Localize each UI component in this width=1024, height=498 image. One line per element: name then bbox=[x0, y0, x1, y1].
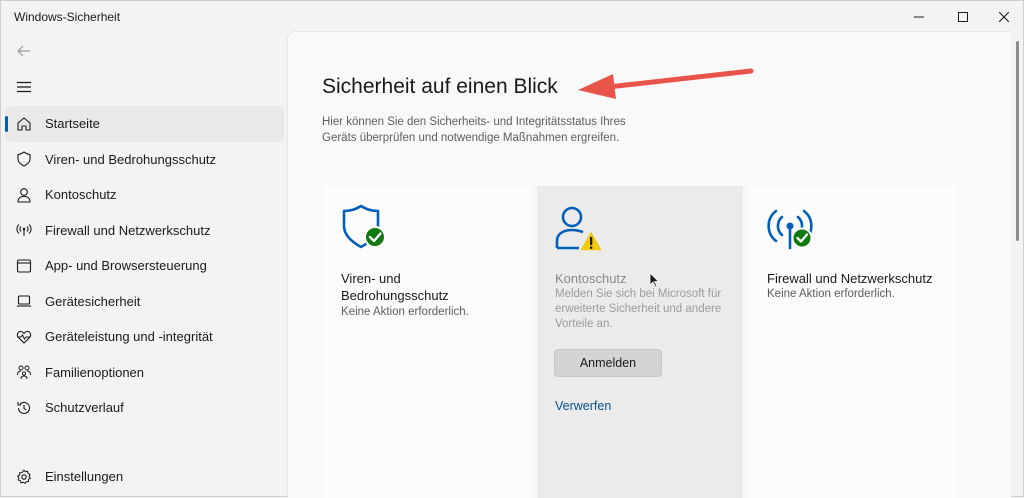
shield-icon bbox=[16, 151, 32, 167]
sidebar-item-kontoschutz[interactable]: Kontoschutz bbox=[5, 177, 284, 213]
app-window: Windows-Sicherheit Startseite Viren- und… bbox=[0, 0, 1024, 498]
history-icon bbox=[16, 400, 32, 416]
window-title: Windows-Sicherheit bbox=[14, 10, 121, 24]
back-arrow-icon bbox=[17, 45, 30, 57]
page-description: Hier können Sie den Sicherheits- und Int… bbox=[322, 116, 626, 144]
title-bar: Windows-Sicherheit bbox=[1, 1, 1023, 33]
antenna-check-icon bbox=[767, 204, 815, 252]
card-status: Keine Aktion erforderlich. bbox=[767, 288, 895, 300]
card-firewall[interactable]: Firewall und Netzwerkschutz Keine Aktion… bbox=[749, 186, 957, 498]
sidebar-item-familienoptionen[interactable]: Familienoptionen bbox=[5, 355, 284, 391]
card-status: Keine Aktion erforderlich. bbox=[341, 306, 469, 318]
sidebar-item-label: Firewall und Netzwerkschutz bbox=[45, 222, 211, 238]
menu-button[interactable] bbox=[11, 75, 37, 99]
hamburger-icon bbox=[17, 81, 31, 93]
card-title: Kontoschutz bbox=[555, 271, 627, 286]
minimize-button[interactable] bbox=[896, 1, 942, 33]
sidebar-item-label: Schutzverlauf bbox=[45, 400, 124, 416]
card-title: Viren- und Bedrohungsschutz bbox=[341, 271, 449, 303]
sidebar-item-label: Familienoptionen bbox=[45, 364, 145, 380]
annotation-arrow bbox=[578, 68, 754, 99]
maximize-icon bbox=[958, 12, 968, 22]
back-button[interactable] bbox=[11, 39, 37, 63]
verwerfen-link[interactable]: Verwerfen bbox=[555, 399, 611, 413]
heart-pulse-icon bbox=[16, 329, 32, 345]
sidebar-item-viren[interactable]: Viren- und Bedrohungsschutz bbox=[5, 142, 284, 178]
sidebar-item-startseite[interactable]: Startseite bbox=[5, 106, 284, 142]
close-button[interactable] bbox=[981, 1, 1024, 33]
sidebar-item-geraeteleistung[interactable]: Geräteleistung und -integrität bbox=[5, 319, 284, 355]
sidebar-item-app-browser[interactable]: App- und Browsersteuerung bbox=[5, 248, 284, 284]
sidebar-item-label: App- und Browsersteuerung bbox=[45, 258, 207, 274]
maximize-button[interactable] bbox=[940, 1, 986, 33]
card-text: Melden Sie sich bei Microsoft für erweit… bbox=[555, 288, 722, 330]
sidebar-item-geraetesicherheit[interactable]: Gerätesicherheit bbox=[5, 284, 284, 320]
page-title: Sicherheit auf einen Blick bbox=[322, 75, 558, 98]
antenna-icon bbox=[16, 222, 32, 238]
sidebar-item-settings[interactable]: Einstellungen bbox=[5, 459, 284, 494]
person-icon bbox=[16, 187, 32, 203]
card-title: Firewall und Netzwerkschutz bbox=[767, 271, 933, 286]
sidebar-item-firewall[interactable]: Firewall und Netzwerkschutz bbox=[5, 213, 284, 249]
anmelden-button[interactable]: Anmelden bbox=[554, 349, 662, 377]
close-icon bbox=[999, 12, 1009, 22]
card-viren[interactable]: Viren- und Bedrohungsschutz Keine Aktion… bbox=[323, 186, 531, 498]
mouse-cursor-icon bbox=[649, 272, 659, 288]
settings-label: Einstellungen bbox=[45, 469, 124, 484]
sidebar-item-label: Geräteleistung und -integrität bbox=[45, 329, 213, 345]
sidebar-item-schutzverlauf[interactable]: Schutzverlauf bbox=[5, 390, 284, 426]
home-icon bbox=[16, 116, 32, 132]
gear-icon bbox=[16, 469, 32, 485]
minimize-icon bbox=[914, 16, 924, 18]
family-icon bbox=[16, 364, 32, 380]
scrollbar[interactable] bbox=[1016, 41, 1019, 241]
sidebar-item-label: Viren- und Bedrohungsschutz bbox=[45, 151, 217, 167]
laptop-icon bbox=[16, 293, 32, 309]
sidebar-item-label: Kontoschutz bbox=[45, 187, 117, 203]
sidebar-nav: Startseite Viren- und Bedrohungsschutz K… bbox=[5, 106, 284, 426]
card-kontoschutz[interactable]: Kontoschutz Melden Sie sich bei Microsof… bbox=[537, 186, 743, 498]
person-warning-icon bbox=[555, 204, 604, 252]
sidebar-item-label: Gerätesicherheit bbox=[45, 293, 141, 309]
shield-check-icon bbox=[341, 204, 389, 252]
sidebar-item-label: Startseite bbox=[45, 116, 100, 132]
browser-window-icon bbox=[16, 258, 32, 274]
